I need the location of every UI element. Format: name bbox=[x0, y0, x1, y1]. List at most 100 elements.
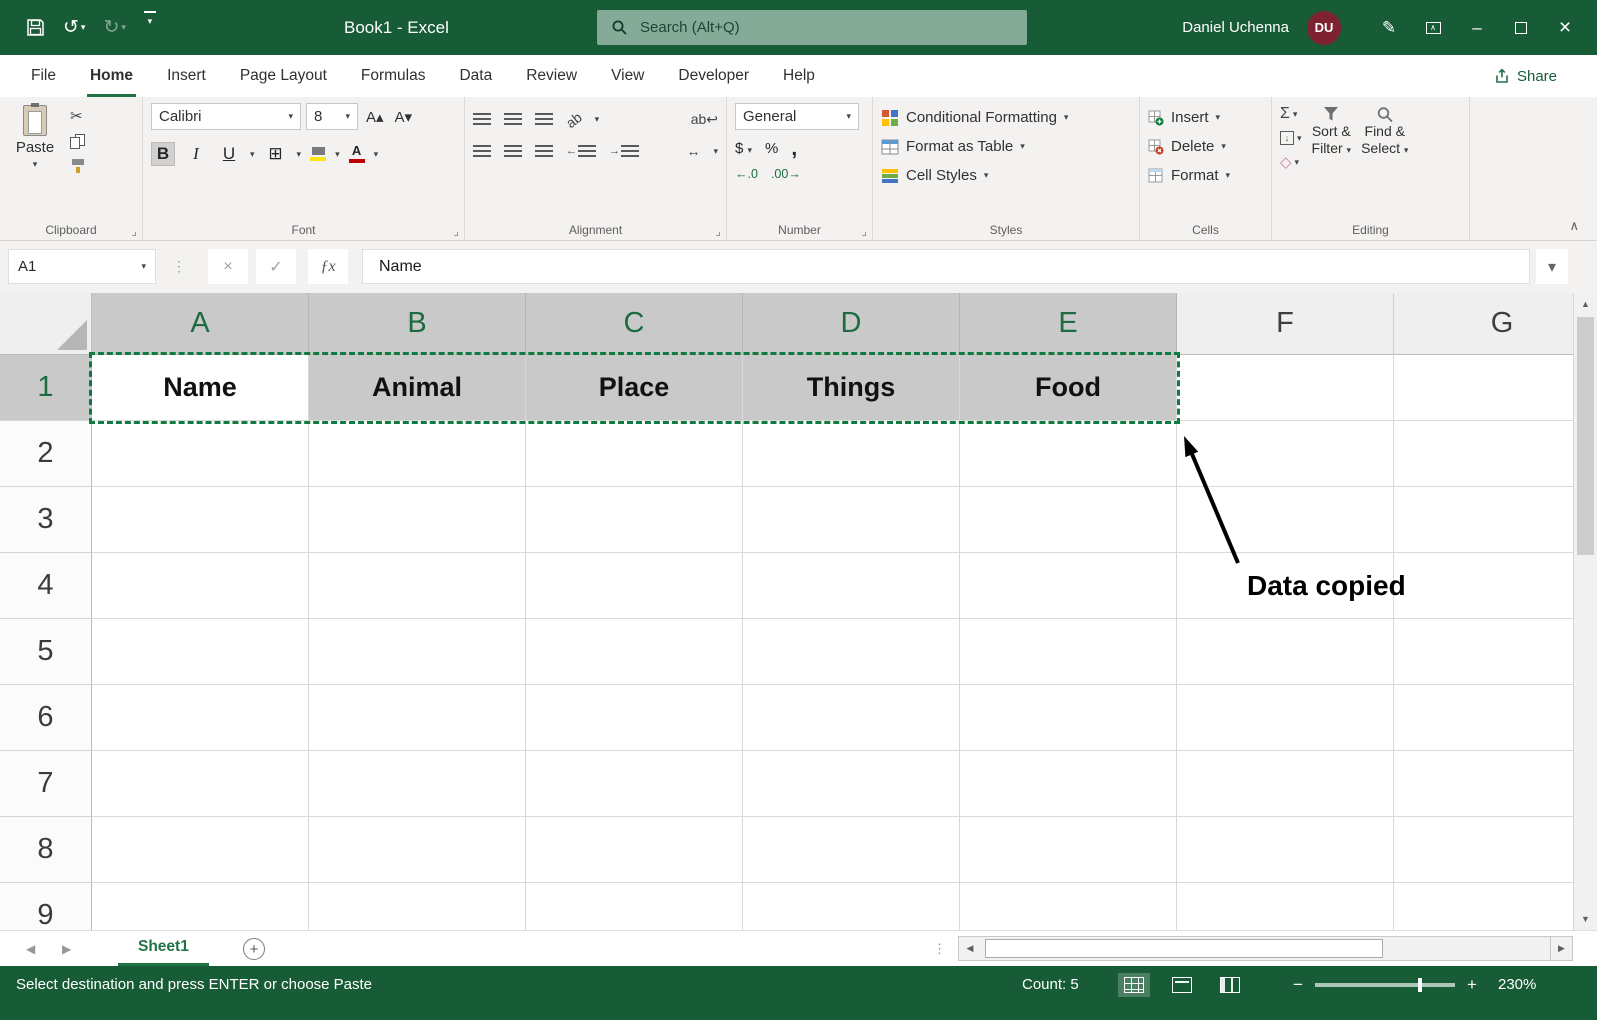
ribbon-display-options-button[interactable]: ∧ bbox=[1411, 0, 1455, 55]
cell[interactable] bbox=[1394, 487, 1573, 553]
page-break-view-button[interactable] bbox=[1214, 973, 1246, 997]
cell[interactable] bbox=[960, 487, 1177, 553]
clipboard-dialog-launcher[interactable]: ⌟ bbox=[131, 225, 137, 237]
underline-button[interactable]: U bbox=[217, 142, 241, 166]
cell[interactable] bbox=[743, 685, 960, 751]
cancel-entry-button[interactable]: × bbox=[208, 249, 248, 284]
zoom-level[interactable]: 230% bbox=[1498, 976, 1536, 994]
cell[interactable] bbox=[92, 685, 309, 751]
find-select-button[interactable]: Find & Select ▾ bbox=[1361, 105, 1408, 171]
cell-f1[interactable] bbox=[1177, 355, 1394, 421]
decrease-indent-button[interactable]: ← bbox=[566, 144, 596, 158]
clear-button[interactable]: ◇ ▾ bbox=[1280, 153, 1302, 171]
tab-formulas[interactable]: Formulas bbox=[344, 55, 443, 97]
normal-view-button[interactable] bbox=[1118, 973, 1150, 997]
format-painter-button[interactable] bbox=[70, 159, 86, 174]
cell[interactable] bbox=[526, 421, 743, 487]
tab-review[interactable]: Review bbox=[509, 55, 594, 97]
previous-sheet-button[interactable]: ◀ bbox=[26, 931, 35, 967]
autosum-button[interactable]: Σ ▾ bbox=[1280, 105, 1302, 123]
decrease-decimal-button[interactable]: .00→ bbox=[771, 167, 801, 181]
zoom-slider-thumb[interactable] bbox=[1417, 978, 1422, 992]
scroll-up-button[interactable]: ▲ bbox=[1574, 293, 1597, 315]
insert-cells-button[interactable]: Insert ▾ bbox=[1148, 103, 1263, 132]
cell[interactable] bbox=[1394, 883, 1573, 930]
cell[interactable] bbox=[92, 883, 309, 930]
cell[interactable] bbox=[960, 685, 1177, 751]
cell[interactable] bbox=[526, 619, 743, 685]
format-cells-button[interactable]: Format ▾ bbox=[1148, 161, 1263, 190]
font-dialog-launcher[interactable]: ⌟ bbox=[453, 225, 459, 237]
cell-c1[interactable]: Place bbox=[526, 355, 743, 421]
horizontal-scroll-track[interactable] bbox=[981, 937, 1550, 960]
align-center-icon[interactable] bbox=[504, 144, 522, 158]
tab-view[interactable]: View bbox=[594, 55, 661, 97]
cell[interactable] bbox=[1394, 751, 1573, 817]
align-left-icon[interactable] bbox=[473, 144, 491, 158]
align-middle-icon[interactable] bbox=[504, 113, 522, 126]
cell[interactable] bbox=[309, 751, 526, 817]
vertical-scroll-thumb[interactable] bbox=[1577, 317, 1594, 555]
minimize-button[interactable]: – bbox=[1455, 0, 1499, 55]
maximize-button[interactable] bbox=[1499, 0, 1543, 55]
confirm-entry-button[interactable]: ✓ bbox=[256, 249, 296, 284]
cut-button[interactable]: ✂ bbox=[70, 109, 86, 125]
accounting-format-button[interactable]: $ ▾ bbox=[735, 140, 752, 157]
fill-color-button[interactable] bbox=[310, 147, 327, 161]
row-header-3[interactable]: 3 bbox=[0, 487, 92, 553]
cell[interactable] bbox=[743, 751, 960, 817]
merge-center-button[interactable]: ↔ bbox=[686, 143, 700, 159]
font-name-combo[interactable]: Calibri ▾ bbox=[151, 103, 301, 130]
number-dialog-launcher[interactable]: ⌟ bbox=[861, 225, 867, 237]
cell[interactable] bbox=[743, 487, 960, 553]
new-sheet-button[interactable]: + bbox=[243, 938, 265, 960]
cell[interactable] bbox=[1177, 817, 1394, 883]
cell[interactable] bbox=[309, 487, 526, 553]
cell-styles-button[interactable]: Cell Styles ▾ bbox=[881, 161, 1131, 190]
cell[interactable] bbox=[92, 553, 309, 619]
cell-g1[interactable] bbox=[1394, 355, 1573, 421]
cell[interactable] bbox=[92, 619, 309, 685]
name-box[interactable]: A1 ▾ bbox=[8, 249, 156, 284]
cell[interactable] bbox=[309, 685, 526, 751]
tab-help[interactable]: Help bbox=[766, 55, 832, 97]
cell[interactable] bbox=[960, 817, 1177, 883]
borders-button[interactable]: ⊞ bbox=[264, 142, 288, 166]
zoom-slider[interactable] bbox=[1314, 978, 1455, 992]
increase-font-size-button[interactable]: A▴ bbox=[363, 107, 387, 127]
paste-button[interactable]: Paste ▾ bbox=[8, 103, 62, 174]
cell[interactable] bbox=[309, 421, 526, 487]
tab-page-layout[interactable]: Page Layout bbox=[223, 55, 344, 97]
cell[interactable] bbox=[1177, 487, 1394, 553]
cell[interactable] bbox=[960, 553, 1177, 619]
format-as-table-button[interactable]: Format as Table ▾ bbox=[881, 132, 1131, 161]
row-header-8[interactable]: 8 bbox=[0, 817, 92, 883]
tab-home[interactable]: Home bbox=[73, 55, 150, 97]
insert-function-button[interactable]: ƒx bbox=[308, 249, 348, 284]
cell[interactable] bbox=[960, 421, 1177, 487]
redo-button[interactable]: ↻ ▾ bbox=[99, 11, 129, 45]
cell[interactable] bbox=[1394, 553, 1573, 619]
cell[interactable] bbox=[960, 619, 1177, 685]
cell[interactable] bbox=[526, 487, 743, 553]
scroll-right-button[interactable]: ▶ bbox=[1550, 937, 1572, 960]
save-button[interactable] bbox=[22, 11, 49, 45]
column-header-f[interactable]: F bbox=[1177, 293, 1394, 355]
orientation-button[interactable]: ab bbox=[563, 108, 585, 130]
row-header-1[interactable]: 1 bbox=[0, 355, 92, 421]
cell[interactable] bbox=[1394, 421, 1573, 487]
cell[interactable] bbox=[309, 619, 526, 685]
scroll-down-button[interactable]: ▼ bbox=[1574, 908, 1597, 930]
customize-quick-access-button[interactable]: ▾ bbox=[140, 10, 160, 45]
cell[interactable] bbox=[1394, 817, 1573, 883]
cell[interactable] bbox=[1177, 685, 1394, 751]
cell[interactable] bbox=[526, 553, 743, 619]
undo-button[interactable]: ↺ ▾ bbox=[59, 11, 89, 45]
cell[interactable] bbox=[1394, 619, 1573, 685]
align-top-icon[interactable] bbox=[473, 113, 491, 126]
row-header-5[interactable]: 5 bbox=[0, 619, 92, 685]
cell[interactable] bbox=[309, 883, 526, 930]
zoom-in-button[interactable]: + bbox=[1467, 975, 1477, 995]
alignment-dialog-launcher[interactable]: ⌟ bbox=[715, 225, 721, 237]
font-size-combo[interactable]: 8 ▾ bbox=[306, 103, 358, 130]
